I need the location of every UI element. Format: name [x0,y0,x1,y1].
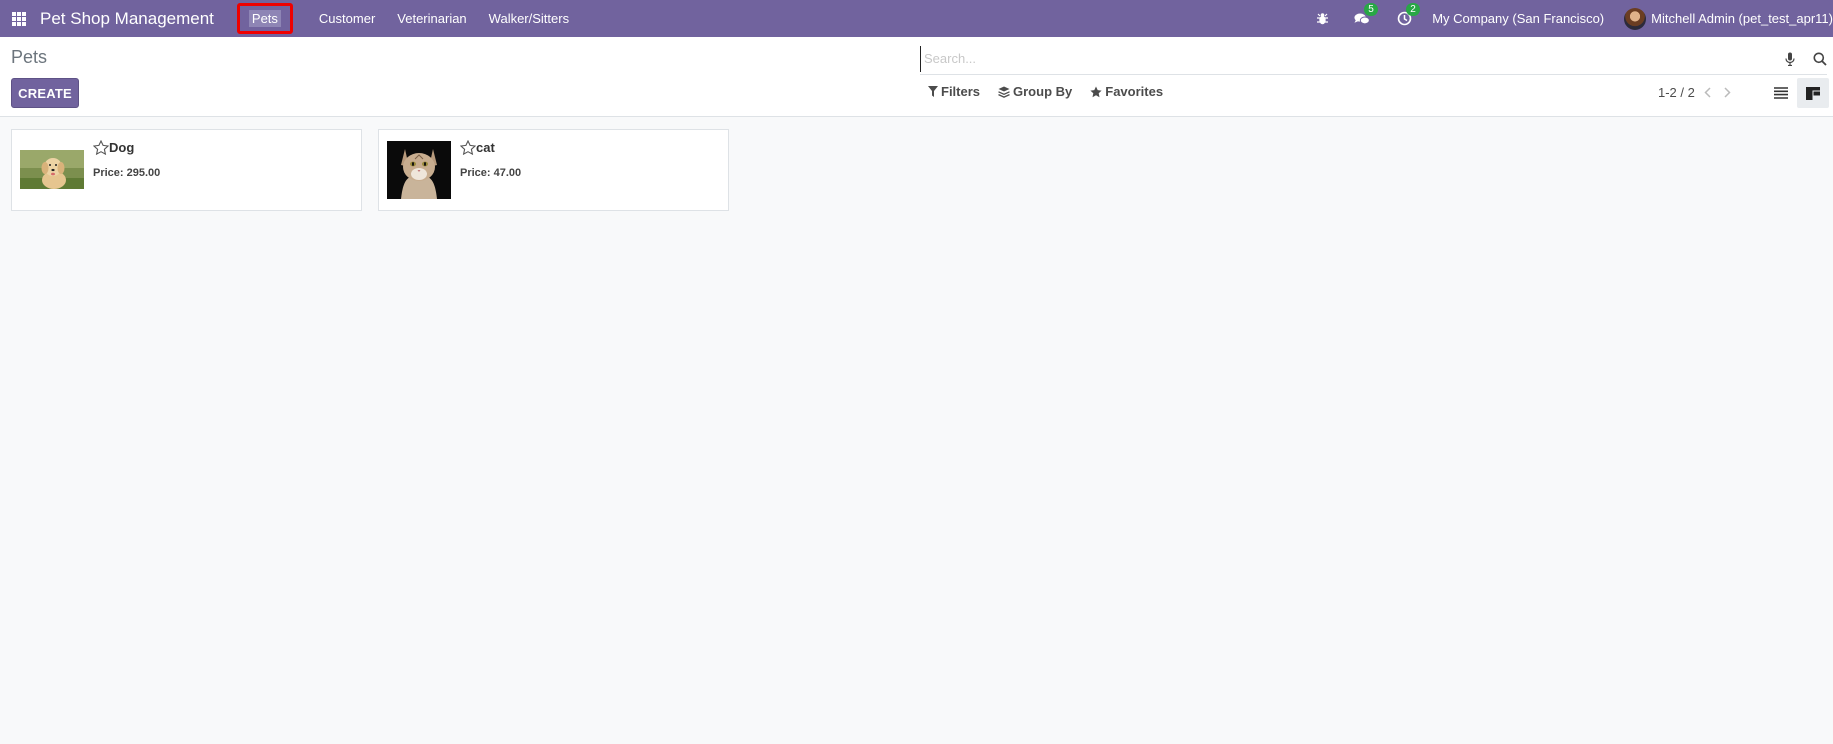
menu-item-pets[interactable]: Pets [226,0,304,37]
favorites-label: Favorites [1105,84,1164,99]
activities-clock-icon[interactable]: 2 [1396,2,1420,27]
filters-button[interactable]: Filters [928,84,980,99]
search-bar [920,43,1827,75]
filter-icon [928,86,938,97]
group-by-label: Group By [1013,84,1073,99]
menu-item-walker-sitters[interactable]: Walker/Sitters [478,0,580,37]
record-name: Dog [109,139,135,155]
chevron-right-icon[interactable] [1721,86,1735,100]
user-menu[interactable]: Mitchell Admin (pet_test_apr11) [1624,7,1833,30]
record-name: cat [476,139,495,155]
menu-item-label: Pets [248,10,281,27]
messages-icon[interactable]: 5 [1354,2,1378,27]
app-grid-icon[interactable] [12,11,26,26]
card-title: Dog [93,139,134,155]
app-brand[interactable]: Pet Shop Management [40,9,214,29]
favorites-button[interactable]: Favorites [1090,84,1163,99]
search-options: Filters Group By Favorites [928,84,1181,99]
debug-bug-icon[interactable] [1314,11,1330,27]
star-icon[interactable] [93,139,109,155]
view-switcher [1765,78,1829,108]
search-icon[interactable] [1813,52,1827,66]
pager-value[interactable]: 1-2 / 2 [1658,85,1695,100]
top-navbar: Pet Shop Management Pets Customer Veteri… [0,0,1833,37]
main-menu: Pets Customer Veterinarian Walker/Sitter… [226,0,580,37]
avatar [1624,7,1647,30]
pager: 1-2 / 2 [1658,85,1735,100]
company-switcher[interactable]: My Company (San Francisco) [1432,11,1604,26]
messages-badge: 5 [1364,2,1378,16]
card-title: cat [460,139,495,155]
kanban-view-icon[interactable] [1797,78,1829,108]
filters-label: Filters [941,84,981,99]
list-view-icon[interactable] [1765,78,1797,108]
kanban-card-dog[interactable]: Dog Price: 295.00 [11,129,362,211]
microphone-icon[interactable] [1783,51,1797,67]
cat-photo [387,141,451,199]
highlight-box: Pets [236,3,293,34]
create-button[interactable]: CREATE [11,78,79,108]
layers-icon [998,86,1010,98]
activities-badge: 2 [1406,2,1420,16]
record-price: Price: 295.00 [93,167,161,179]
page-title: Pets [11,47,48,67]
record-price: Price: 47.00 [460,167,522,179]
group-by-button[interactable]: Group By [998,84,1072,99]
dog-photo [20,150,84,189]
star-icon[interactable] [460,139,476,155]
navbar-systray: 5 2 My Company (San Francisco) Mitchell … [1314,0,1833,37]
menu-item-veterinarian[interactable]: Veterinarian [386,0,477,37]
menu-item-customer[interactable]: Customer [308,0,386,37]
star-icon [1090,86,1102,97]
user-name: Mitchell Admin (pet_test_apr11) [1651,11,1833,26]
control-panel: Pets CREATE Filters Group By Favorites 1… [0,37,1833,117]
search-input[interactable] [920,45,1783,72]
kanban-card-cat[interactable]: cat Price: 47.00 [378,129,729,211]
chevron-left-icon[interactable] [1701,86,1715,100]
